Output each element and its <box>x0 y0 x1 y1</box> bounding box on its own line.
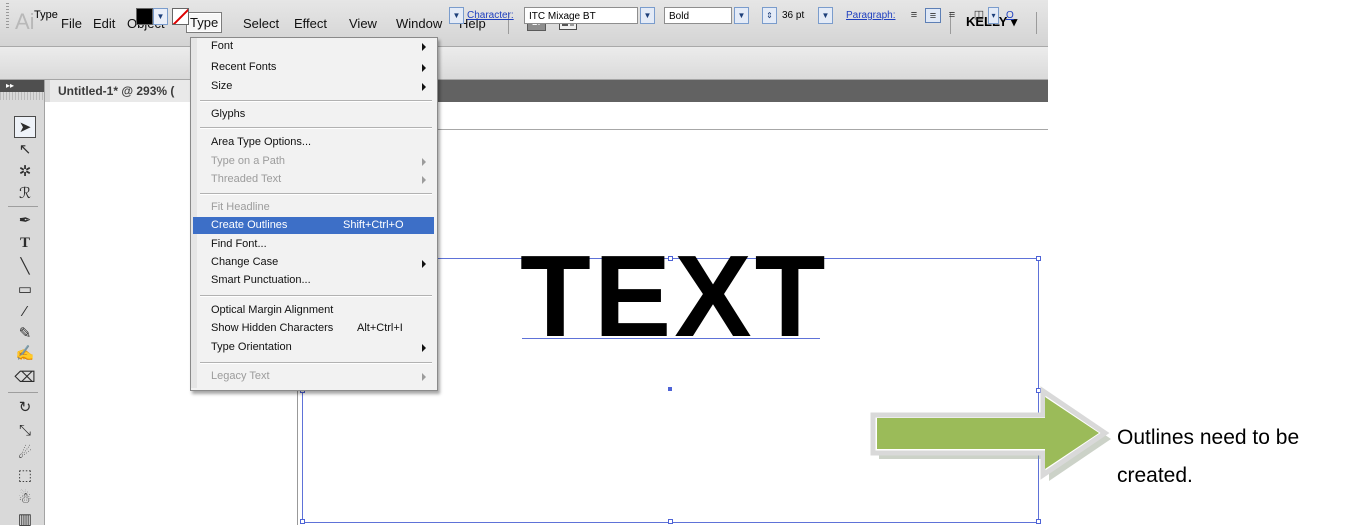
font-size-dropdown-icon[interactable]: ▼ <box>818 7 833 24</box>
submenu-arrow-icon <box>422 344 426 352</box>
stroke-color-swatch[interactable] <box>172 8 189 25</box>
rotate-tool-icon[interactable]: ↻ <box>14 397 36 419</box>
bbox-handle[interactable] <box>668 519 673 524</box>
submenu-arrow-icon <box>422 176 426 184</box>
character-panel-link[interactable]: Character: <box>467 10 514 21</box>
pen-tool-icon[interactable]: ✒ <box>14 210 36 232</box>
bbox-handle[interactable] <box>300 519 305 524</box>
paintbrush-tool-icon[interactable]: ⁄ <box>14 301 36 323</box>
menu-item-optical-margin-alignment[interactable]: Optical Margin Alignment <box>211 304 333 316</box>
chevron-down-icon[interactable]: ▼ <box>449 7 464 24</box>
font-style-field[interactable]: Bold <box>664 7 732 24</box>
menu-item-size[interactable]: Size <box>211 80 232 92</box>
menu-edit[interactable]: Edit <box>90 14 118 33</box>
font-size-stepper-icon[interactable]: ⇕ <box>762 7 777 24</box>
font-family-field[interactable]: ITC Mixage BT <box>524 7 638 24</box>
opacity-mask-icon[interactable]: ◫ <box>972 8 986 23</box>
shortcut-show-hidden-characters: Alt+Ctrl+I <box>357 322 403 334</box>
selection-tool-icon[interactable]: ➤ <box>14 116 36 138</box>
menu-window[interactable]: Window <box>393 14 445 33</box>
font-family-dropdown-icon[interactable]: ▼ <box>640 7 655 24</box>
menu-item-threaded-text: Threaded Text <box>211 173 282 185</box>
pencil-tool-icon[interactable]: ✎ <box>14 323 36 345</box>
tools-divider <box>8 206 38 207</box>
menu-select[interactable]: Select <box>240 14 282 33</box>
text-baseline <box>522 338 820 339</box>
graph-tool-icon[interactable]: ▥ <box>14 509 36 531</box>
font-style-dropdown-icon[interactable]: ▼ <box>734 7 749 24</box>
menu-item-type-orientation[interactable]: Type Orientation <box>211 341 292 353</box>
type-tool-icon[interactable]: T <box>14 232 36 254</box>
warp-tool-icon[interactable]: ☄ <box>14 443 36 465</box>
fill-dropdown-icon[interactable]: ▼ <box>153 8 168 25</box>
blob-brush-tool-icon[interactable]: ✍ <box>14 343 36 365</box>
direct-selection-tool-icon[interactable]: ↖ <box>14 139 36 161</box>
menu-item-create-outlines[interactable]: Create Outlines <box>211 219 287 231</box>
submenu-arrow-icon <box>422 260 426 268</box>
submenu-arrow-icon <box>422 83 426 91</box>
shortcut-create-outlines: Shift+Ctrl+O <box>343 219 404 231</box>
fill-color-swatch[interactable] <box>136 8 153 25</box>
submenu-arrow-icon <box>422 373 426 381</box>
menu-item-font[interactable]: Font <box>211 40 233 52</box>
tools-divider <box>8 392 38 393</box>
tools-panel-grip[interactable] <box>0 92 44 100</box>
menu-effect[interactable]: Effect <box>291 14 330 33</box>
menu-separator <box>200 193 432 195</box>
chevron-down-icon[interactable]: ▾ <box>988 7 999 24</box>
rectangle-tool-icon[interactable]: ▭ <box>14 279 36 301</box>
align-left-icon[interactable]: ≡ <box>906 8 922 23</box>
menu-item-fit-headline: Fit Headline <box>211 201 270 213</box>
options-link[interactable]: O <box>1006 10 1014 21</box>
annotation-line-1: Outlines need to be <box>1117 426 1300 449</box>
menu-gutter <box>191 38 197 388</box>
menu-separator <box>200 100 432 102</box>
menu-item-type-on-a-path: Type on a Path <box>211 155 285 167</box>
menu-type[interactable]: Type <box>186 12 223 33</box>
font-size-field[interactable]: 36 pt <box>778 7 816 24</box>
tools-panel-header[interactable]: ▸▸ <box>0 80 44 92</box>
annotation-line-2: created. <box>1117 464 1193 487</box>
lasso-tool-icon[interactable]: ℛ <box>14 183 36 205</box>
bbox-center-point <box>668 387 672 391</box>
control-bar-label: Type <box>34 9 58 21</box>
submenu-arrow-icon <box>422 158 426 166</box>
free-transform-tool-icon[interactable]: ⬚ <box>14 465 36 487</box>
control-bar-grip[interactable] <box>6 3 9 29</box>
symbol-sprayer-tool-icon[interactable]: ☃ <box>14 488 36 510</box>
paragraph-panel-link[interactable]: Paragraph: <box>846 10 895 21</box>
document-title: Untitled-1* @ 293% ( <box>58 84 175 98</box>
menu-item-legacy-text: Legacy Text <box>211 370 270 382</box>
menubar-divider <box>1036 12 1037 34</box>
arrow-right-icon <box>870 386 1111 481</box>
bbox-handle[interactable] <box>1036 256 1041 261</box>
annotation-callout: Outlines need to be created. <box>1117 419 1367 495</box>
line-tool-icon[interactable]: ╲ <box>14 256 36 278</box>
menu-item-change-case[interactable]: Change Case <box>211 256 278 268</box>
submenu-arrow-icon <box>422 43 426 51</box>
menu-item-show-hidden-characters[interactable]: Show Hidden Characters <box>211 322 333 334</box>
menu-separator <box>200 127 432 129</box>
control-bar <box>0 47 1048 80</box>
menu-item-area-type-options[interactable]: Area Type Options... <box>211 136 311 148</box>
app-logo: Ai <box>15 9 35 34</box>
align-center-icon[interactable]: ≡ <box>925 8 941 23</box>
menu-item-recent-fonts[interactable]: Recent Fonts <box>211 61 276 73</box>
menu-file[interactable]: File <box>58 14 85 33</box>
align-right-icon[interactable]: ≡ <box>944 8 960 23</box>
menu-item-find-font[interactable]: Find Font... <box>211 238 267 250</box>
magic-wand-tool-icon[interactable]: ✲ <box>14 161 36 183</box>
menu-separator <box>200 362 432 364</box>
eraser-tool-icon[interactable]: ⌫ <box>14 367 36 389</box>
menu-separator <box>200 295 432 297</box>
menu-item-smart-punctuation[interactable]: Smart Punctuation... <box>211 274 311 286</box>
menu-view[interactable]: View <box>346 14 380 33</box>
menu-item-glyphs[interactable]: Glyphs <box>211 108 245 120</box>
bbox-handle[interactable] <box>1036 519 1041 524</box>
scale-tool-icon[interactable]: ⤡ <box>14 420 36 442</box>
submenu-arrow-icon <box>422 64 426 72</box>
